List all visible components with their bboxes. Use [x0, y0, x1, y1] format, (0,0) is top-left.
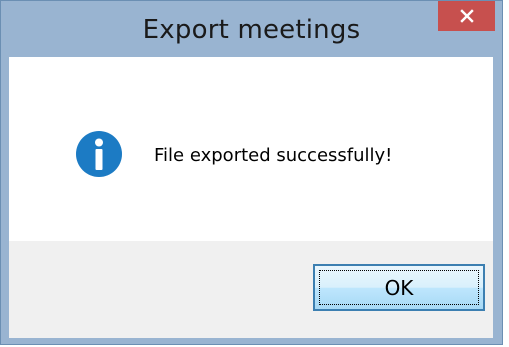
- close-icon: [459, 9, 474, 23]
- title-bar[interactable]: Export meetings: [1, 1, 502, 57]
- dialog-body: File exported successfully! OK: [9, 57, 493, 338]
- message-area: File exported successfully!: [9, 57, 493, 241]
- message-text: File exported successfully!: [154, 145, 393, 166]
- info-icon: [75, 130, 123, 178]
- dialog-title: Export meetings: [142, 15, 361, 45]
- close-button[interactable]: [438, 1, 495, 31]
- ok-button-label: OK: [384, 275, 414, 300]
- ok-button[interactable]: OK: [313, 264, 485, 311]
- dialog-window: Export meetings File exported successful…: [0, 0, 503, 345]
